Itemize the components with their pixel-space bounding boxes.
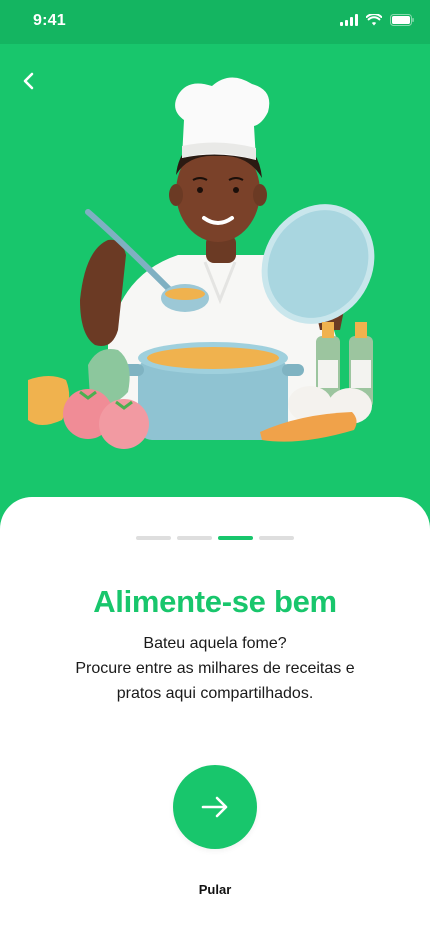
cellular-signal-icon <box>340 14 358 26</box>
onboarding-title: Alimente-se bem <box>93 584 337 619</box>
skip-button[interactable]: Pular <box>0 882 430 897</box>
status-icons <box>340 14 414 26</box>
status-time: 9:41 <box>33 12 66 29</box>
description-line: Procure entre as milhares de receitas e <box>75 660 355 677</box>
description-line: pratos aqui compartilhados. <box>116 685 314 702</box>
page-indicator-dot <box>177 536 212 540</box>
status-bar: 9:41 <box>0 0 430 44</box>
page-indicator-dot-active <box>218 536 253 540</box>
onboarding-screen: 9:41 Alimente-se bem Bateu aquela fome? … <box>0 0 430 932</box>
onboarding-description: Bateu aquela fome? Procure entre as milh… <box>40 631 390 706</box>
page-indicator-dot <box>259 536 294 540</box>
description-line: Bateu aquela fome? <box>143 635 287 652</box>
battery-icon <box>390 14 414 26</box>
onboarding-card: Alimente-se bem Bateu aquela fome? Procu… <box>0 497 430 932</box>
page-indicator <box>0 536 430 540</box>
wifi-icon <box>366 14 382 26</box>
chef-cooking-illustration <box>28 77 375 449</box>
next-button[interactable] <box>173 765 257 849</box>
page-indicator-dot <box>136 536 171 540</box>
arrow-right-icon <box>201 796 228 818</box>
